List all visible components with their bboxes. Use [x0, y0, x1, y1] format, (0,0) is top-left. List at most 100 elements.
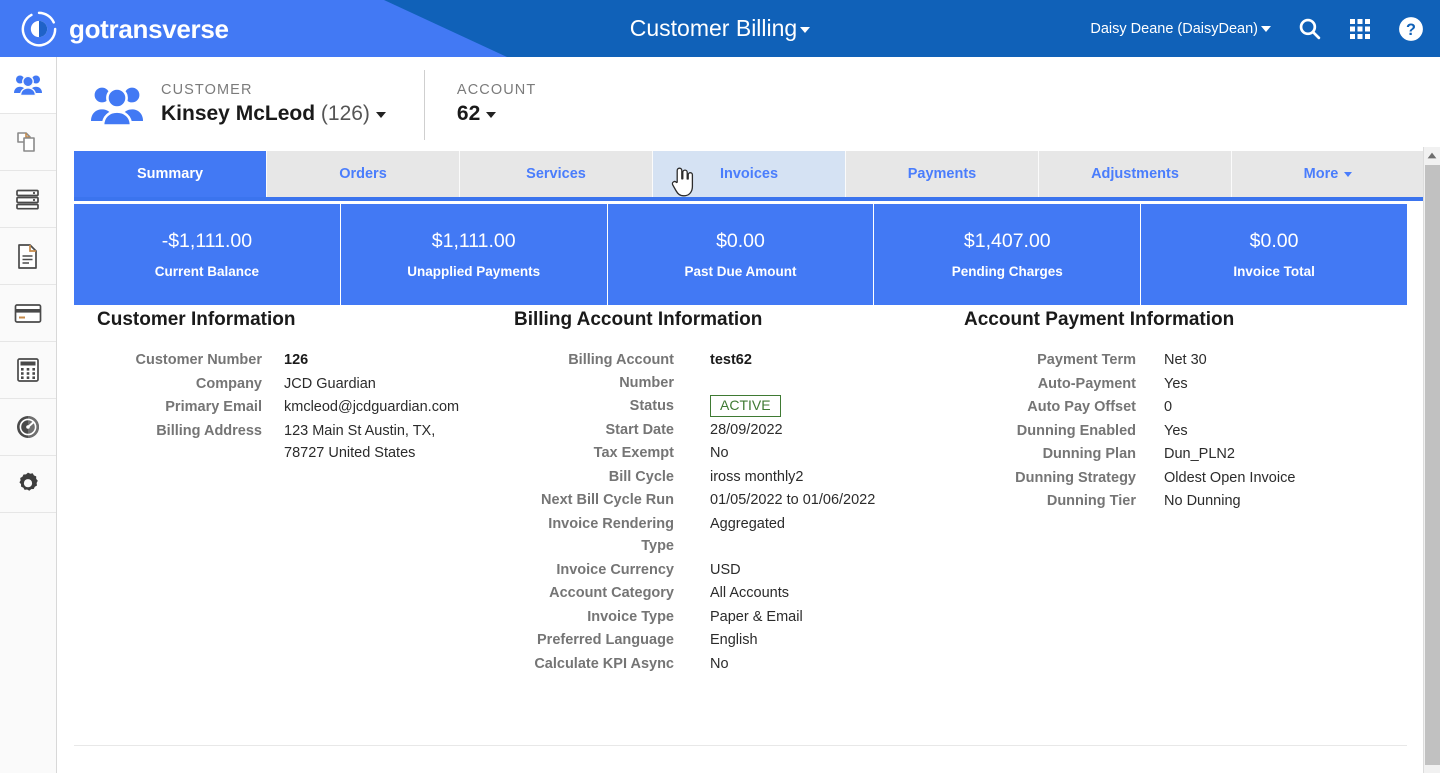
- kpi-invoice-total[interactable]: $0.00 Invoice Total: [1141, 204, 1407, 305]
- field-value: USD: [710, 561, 741, 578]
- tab-invoices[interactable]: Invoices: [653, 151, 846, 197]
- help-circle-icon[interactable]: ?: [1398, 16, 1424, 42]
- account-context[interactable]: ACCOUNT 62: [457, 81, 536, 128]
- kpi-value: $1,407.00: [963, 230, 1051, 252]
- sidebar-item-adjustments[interactable]: [0, 342, 56, 399]
- sidebar-item-services[interactable]: [0, 171, 56, 228]
- field-auto-pay-offset: Auto Pay Offset 0: [964, 396, 1394, 419]
- user-menu[interactable]: Daisy Deane (DaisyDean): [1090, 21, 1271, 37]
- field-value: JCD Guardian: [284, 375, 376, 392]
- field-label: Auto-Payment: [1037, 375, 1136, 392]
- field-value: Paper & Email: [710, 608, 803, 625]
- kpi-pending-charges[interactable]: $1,407.00 Pending Charges: [874, 204, 1142, 305]
- apps-grid-icon[interactable]: [1348, 17, 1372, 41]
- info-panels: Customer Information Customer Number 126…: [74, 310, 1407, 745]
- sidebar-item-settings[interactable]: [0, 456, 56, 513]
- kpi-label: Past Due Amount: [684, 264, 797, 279]
- tab-payments[interactable]: Payments: [846, 151, 1039, 197]
- panel-account-payment-information: Account Payment Information Payment Term…: [964, 310, 1394, 745]
- context-divider: [423, 70, 425, 140]
- brand-logo[interactable]: gotransverse: [20, 9, 229, 49]
- field-label: Customer Number: [135, 352, 263, 368]
- field-label: Account Category: [549, 585, 674, 601]
- tab-label: Services: [526, 166, 586, 182]
- kpi-current-balance[interactable]: -$1,111.00 Current Balance: [74, 204, 341, 305]
- tab-label: Summary: [136, 166, 204, 182]
- field-label: Company: [195, 375, 262, 392]
- kpi-label: Current Balance: [154, 264, 260, 279]
- tab-more[interactable]: More: [1232, 151, 1424, 197]
- field-label: Primary Email: [165, 399, 262, 415]
- scrollbar-thumb[interactable]: [1425, 165, 1440, 765]
- field-label: Auto Pay Offset: [1027, 399, 1136, 415]
- field-label: Dunning Tier: [1046, 493, 1136, 509]
- field-company: Company JCD Guardian: [92, 373, 514, 396]
- scroll-up-button[interactable]: [1424, 147, 1440, 164]
- customer-kicker: CUSTOMER: [161, 82, 253, 99]
- field-value: iross monthly2: [710, 468, 804, 485]
- customer-name-dropdown[interactable]: Kinsey McLeod (126): [161, 100, 386, 128]
- vertical-scrollbar[interactable]: [1423, 147, 1440, 773]
- field-invoice-rendering-type: Invoice Rendering Type Aggregated: [514, 513, 964, 558]
- app-header: gotransverse Customer Billing Daisy Dean…: [0, 0, 1440, 57]
- panel-customer-information: Customer Information Customer Number 126…: [74, 310, 514, 745]
- field-label: Dunning Plan: [1042, 446, 1136, 462]
- svg-text:?: ?: [1406, 20, 1416, 38]
- header-actions: Daisy Deane (DaisyDean) ?: [1090, 0, 1424, 57]
- main-content: CUSTOMER Kinsey McLeod (126) ACCOUNT 62 …: [57, 57, 1440, 773]
- field-label: Dunning Strategy: [1015, 469, 1136, 486]
- server-stack-icon: [16, 189, 39, 210]
- account-value-dropdown[interactable]: 62: [457, 100, 536, 128]
- tab-summary[interactable]: Summary: [74, 151, 267, 197]
- kpi-value: $0.00: [1249, 230, 1299, 252]
- sidebar-item-reports[interactable]: [0, 399, 56, 456]
- account-value: 62: [456, 102, 481, 126]
- chevron-down-icon: [800, 26, 811, 33]
- field-value: Aggregated: [710, 515, 785, 532]
- customer-number: (126): [320, 102, 370, 126]
- gauge-dashboard-icon: [17, 416, 39, 438]
- chevron-down-icon: [1261, 25, 1271, 32]
- app-title-dropdown[interactable]: Customer Billing: [630, 15, 811, 42]
- field-billing-address: Billing Address 123 Main St Austin, TX, …: [92, 420, 514, 465]
- field-value: Net 30: [1164, 352, 1207, 368]
- field-start-date: Start Date 28/09/2022: [514, 419, 964, 442]
- tab-label: More: [1303, 166, 1339, 182]
- copy-pages-icon: [17, 132, 35, 152]
- field-label: Dunning Enabled: [1016, 422, 1136, 439]
- sidebar-item-payments[interactable]: [0, 285, 56, 342]
- field-label: Billing Account Number: [568, 352, 674, 391]
- field-value: Dun_PLN2: [1164, 446, 1235, 462]
- search-icon[interactable]: [1297, 16, 1322, 41]
- field-value: All Accounts: [710, 585, 789, 601]
- field-label: Next Bill Cycle Run: [541, 492, 674, 508]
- field-value: 126: [284, 352, 309, 368]
- brand-name: gotransverse: [69, 14, 229, 44]
- kpi-value: -$1,111.00: [161, 230, 253, 252]
- kpi-past-due-amount[interactable]: $0.00 Past Due Amount: [607, 204, 875, 305]
- sidebar-item-customers[interactable]: [0, 57, 56, 114]
- field-preferred-language: Preferred Language English: [514, 629, 964, 652]
- tab-services[interactable]: Services: [460, 151, 653, 197]
- sidebar-item-orders[interactable]: [0, 114, 56, 171]
- field-value: No Dunning: [1164, 493, 1241, 509]
- field-dunning-tier: Dunning Tier No Dunning: [964, 490, 1394, 513]
- field-invoice-type: Invoice Type Paper & Email: [514, 606, 964, 629]
- panel-title: Account Payment Information: [964, 309, 1235, 330]
- field-label: Billing Address: [156, 422, 262, 439]
- kpi-unapplied-payments[interactable]: $1,111.00 Unapplied Payments: [340, 204, 608, 305]
- field-auto-payment: Auto-Payment Yes: [964, 373, 1394, 396]
- field-payment-term: Payment Term Net 30: [964, 349, 1394, 372]
- field-label: Start Date: [605, 421, 675, 438]
- sidebar-item-invoices[interactable]: [0, 228, 56, 285]
- field-label: Invoice Type: [587, 608, 674, 625]
- field-value: No: [710, 445, 729, 461]
- customer-context[interactable]: CUSTOMER Kinsey McLeod (126): [89, 81, 386, 128]
- kpi-label: Pending Charges: [951, 264, 1063, 279]
- field-value: 28/09/2022: [710, 421, 783, 438]
- field-dunning-plan: Dunning Plan Dun_PLN2: [964, 443, 1394, 466]
- tab-adjustments[interactable]: Adjustments: [1039, 151, 1232, 197]
- tab-orders[interactable]: Orders: [267, 151, 460, 197]
- kpi-label: Unapplied Payments: [407, 264, 541, 279]
- tab-bar: Summary Orders Services Invoices Payment…: [74, 151, 1424, 201]
